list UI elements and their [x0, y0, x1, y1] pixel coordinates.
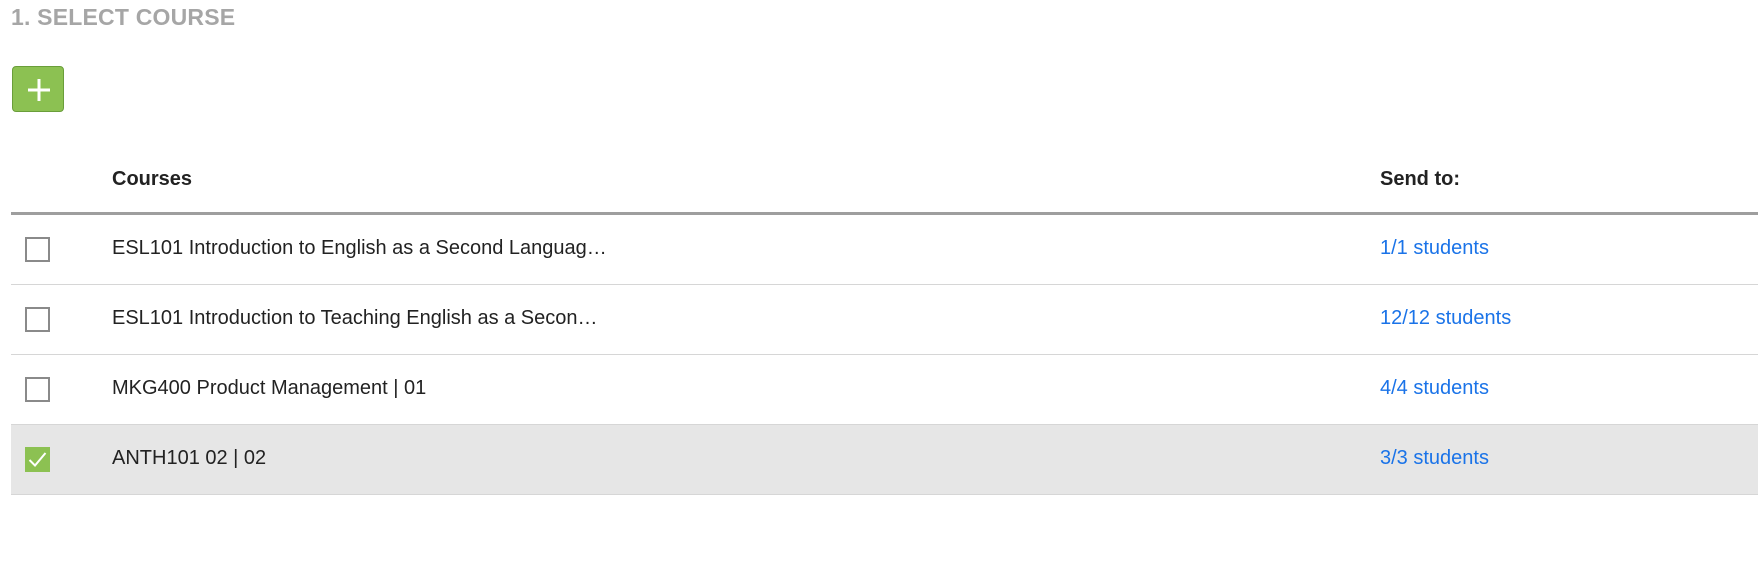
course-name: ESL101 Introduction to English as a Seco… — [112, 237, 607, 259]
course-checkbox[interactable] — [25, 377, 50, 402]
plus-icon — [28, 79, 50, 101]
send-to-link[interactable]: 1/1 students — [1380, 237, 1489, 260]
select-course-page: 1. SELECT COURSE Courses Send to: ESL101… — [0, 0, 1758, 566]
course-checkbox[interactable] — [25, 237, 50, 262]
course-name: MKG400 Product Management | 01 — [112, 377, 427, 399]
courses-column-header: Courses — [112, 168, 193, 190]
send-to-link[interactable]: 12/12 students — [1380, 307, 1511, 330]
table-row: MKG400 Product Management | 01 4/4 stude… — [11, 355, 1758, 425]
table-row-selected: ANTH101 02 | 02 3/3 students — [11, 425, 1758, 495]
send-to-link[interactable]: 4/4 students — [1380, 377, 1489, 400]
course-name: ESL101 Introduction to Teaching English … — [112, 307, 598, 329]
table-header: Courses Send to: — [11, 144, 1758, 215]
checkmark-icon — [28, 452, 47, 467]
course-checkbox[interactable] — [25, 307, 50, 332]
table-row: ESL101 Introduction to Teaching English … — [11, 285, 1758, 355]
add-course-button[interactable] — [12, 66, 64, 112]
course-checkbox-checked[interactable] — [25, 447, 50, 472]
table-row: ESL101 Introduction to English as a Seco… — [11, 215, 1758, 285]
courses-table: Courses Send to: ESL101 Introduction to … — [11, 144, 1758, 495]
send-to-link[interactable]: 3/3 students — [1380, 447, 1489, 470]
course-name: ANTH101 02 | 02 — [112, 447, 267, 469]
send-to-column-header: Send to: — [1380, 168, 1460, 190]
section-title: 1. SELECT COURSE — [11, 4, 236, 30]
